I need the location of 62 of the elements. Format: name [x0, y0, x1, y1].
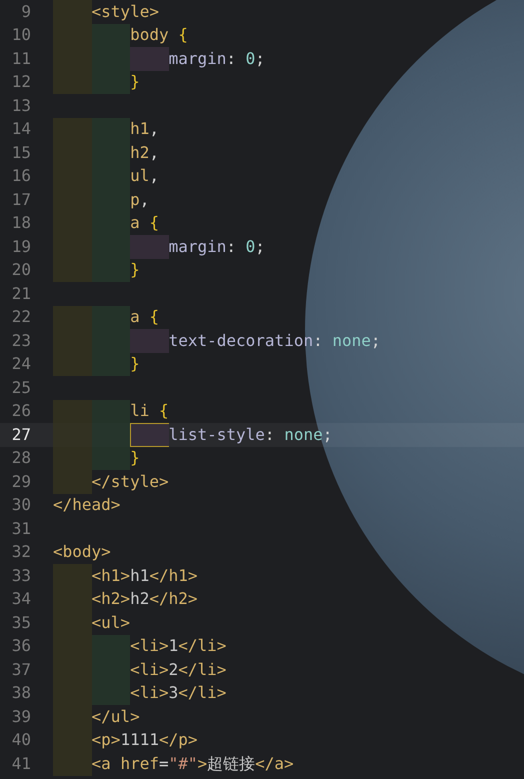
line-number: 32 [10, 541, 31, 564]
line-number: 22 [10, 306, 31, 328]
code-line: li { [53, 400, 169, 423]
line-number: 25 [10, 376, 31, 399]
line-number: 24 [10, 353, 31, 376]
line-number: 18 [10, 212, 31, 234]
line-number: 16 [10, 165, 31, 188]
code-line: </style> [53, 470, 169, 494]
code-line: a { [53, 212, 159, 235]
code-line: } [53, 446, 140, 470]
line-number: 35 [10, 612, 31, 634]
line-number: 27 [10, 424, 31, 446]
line-number: 26 [10, 400, 31, 422]
code-line: margin: 0; [53, 235, 265, 258]
line-number: 13 [10, 94, 31, 117]
code-line: <h2>h2</h2> [53, 588, 198, 611]
code-line: <h1>h1</h1> [53, 564, 198, 588]
code-line: } [53, 70, 140, 94]
line-number: 14 [10, 118, 31, 140]
line-number: 39 [10, 706, 31, 728]
line-number: 9 [20, 0, 31, 23]
line-number: 20 [10, 259, 31, 282]
line-number: 30 [10, 494, 31, 516]
code-line: <style> [53, 0, 159, 24]
code-line: <ul> [53, 611, 130, 634]
code-line: </head> [53, 494, 120, 516]
code-line: <p>1111</p> [53, 728, 198, 752]
line-number: 23 [10, 330, 31, 352]
line-number: 41 [10, 752, 31, 775]
code-line: <a href="#">超链接</a> [53, 752, 294, 776]
code-line: body { [53, 24, 188, 47]
code-line: ul, [53, 164, 159, 188]
line-number: 37 [10, 658, 31, 681]
code-line: </ul> [53, 705, 140, 728]
line-number: 12 [10, 71, 31, 94]
code-line: } [53, 258, 140, 282]
code-line: <li>3</li> [53, 682, 226, 705]
code-line: a { [53, 306, 159, 329]
code-line: <li>2</li> [53, 658, 226, 682]
line-number: 38 [10, 682, 31, 704]
line-number: 29 [10, 470, 31, 493]
line-number: 36 [10, 635, 31, 658]
code-line: margin: 0; [53, 47, 265, 70]
code-line: text-decoration: none; [53, 329, 381, 352]
line-number: 40 [10, 729, 31, 752]
line-number: 10 [10, 24, 31, 46]
line-number: 28 [10, 447, 31, 470]
code-line: <li>1</li> [53, 634, 226, 658]
line-number: 21 [10, 282, 31, 305]
code-line: <body> [53, 541, 111, 564]
line-number: 31 [10, 518, 31, 540]
code-line: h1, [53, 118, 159, 141]
code-line: list-style: none; [53, 423, 332, 446]
code-line: p, [53, 188, 150, 212]
line-number: 33 [10, 564, 31, 587]
code-line: } [53, 352, 140, 376]
line-number: 15 [10, 142, 31, 164]
line-number: 34 [10, 588, 31, 610]
code-line: h2, [53, 141, 159, 164]
line-number: 19 [10, 236, 31, 258]
line-number: 11 [10, 48, 31, 70]
line-number: 17 [10, 188, 31, 211]
